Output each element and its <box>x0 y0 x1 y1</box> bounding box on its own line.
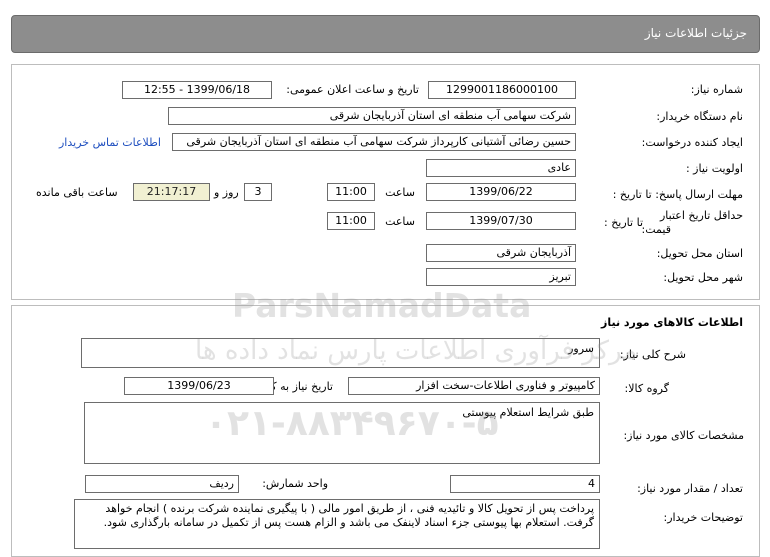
buyer-org-field: شرکت سهامی آب منطقه ای استان آذربایجان ش… <box>168 107 576 125</box>
unit-field: ردیف <box>85 475 239 493</box>
remaining-time-field: 21:17:17 <box>133 183 210 201</box>
priority-field: عادی <box>426 159 576 177</box>
validity-label-2: قیمت: <box>641 223 671 236</box>
province-label: استان محل تحویل: <box>656 247 743 260</box>
specs-field: طبق شرایط استعلام پیوستی <box>84 402 600 464</box>
goods-section-title: اطلاعات کالاهای مورد نیاز <box>601 316 743 329</box>
deadline-label: مهلت ارسال پاسخ: تا تاریخ : <box>612 188 743 201</box>
goods-desc-label: شرح کلی نیاز: <box>619 348 686 361</box>
buyer-contact-link[interactable]: اطلاعات تماس خریدار <box>59 136 161 149</box>
validity-time-field: 11:00 <box>327 212 375 230</box>
need-number-field: 1299001186000100 <box>428 81 576 99</box>
page-title: جزئیات اطلاعات نیاز <box>644 26 747 40</box>
unit-label: واحد شمارش: <box>262 477 328 490</box>
need-number-label: شماره نیاز: <box>690 83 743 96</box>
deadline-time-field: 11:00 <box>327 183 375 201</box>
validity-date-field: 1399/07/30 <box>426 212 576 230</box>
notes-field: پرداخت پس از تحویل کالا و تائیدیه فنی ، … <box>74 499 600 549</box>
need-details-panel <box>11 64 760 300</box>
province-field: آذربایجان شرقی <box>426 244 576 262</box>
qty-label: تعداد / مقدار مورد نیاز: <box>637 482 743 495</box>
validity-time-label: ساعت <box>385 215 415 228</box>
requester-label: ایجاد کننده درخواست: <box>641 136 743 149</box>
city-field: تبریز <box>426 268 576 286</box>
announce-datetime-field: 1399/06/18 - 12:55 <box>122 81 272 99</box>
goods-desc-field: سرور <box>81 338 600 368</box>
requester-field: حسین رضائی آشتیانی کارپرداز شرکت سهامی آ… <box>172 133 576 151</box>
buyer-org-label: نام دستگاه خریدار: <box>656 110 743 123</box>
deadline-time-label: ساعت <box>385 186 415 199</box>
page-header: جزئیات اطلاعات نیاز <box>11 15 760 53</box>
qty-field: 4 <box>450 475 600 493</box>
specs-label: مشخصات کالای مورد نیاز: <box>623 429 744 442</box>
remaining-days-field: 3 <box>244 183 272 201</box>
deadline-date-field: 1399/06/22 <box>426 183 576 201</box>
city-label: شهر محل تحویل: <box>663 271 743 284</box>
validity-until-label: تا تاریخ : <box>604 216 643 229</box>
announce-label: تاریخ و ساعت اعلان عمومی: <box>286 83 419 96</box>
notes-label: توضیحات خریدار: <box>663 511 744 524</box>
goods-group-label: گروه کالا: <box>624 382 669 395</box>
remaining-days-label: روز و <box>214 186 239 199</box>
priority-label: اولویت نیاز : <box>685 162 743 175</box>
validity-label: حداقل تاریخ اعتبار <box>659 209 743 222</box>
goods-group-field: کامپیوتر و فناوری اطلاعات-سخت افزار <box>348 377 600 395</box>
remaining-time-label: ساعت باقی مانده <box>36 186 118 199</box>
need-date-field: 1399/06/23 <box>124 377 274 395</box>
